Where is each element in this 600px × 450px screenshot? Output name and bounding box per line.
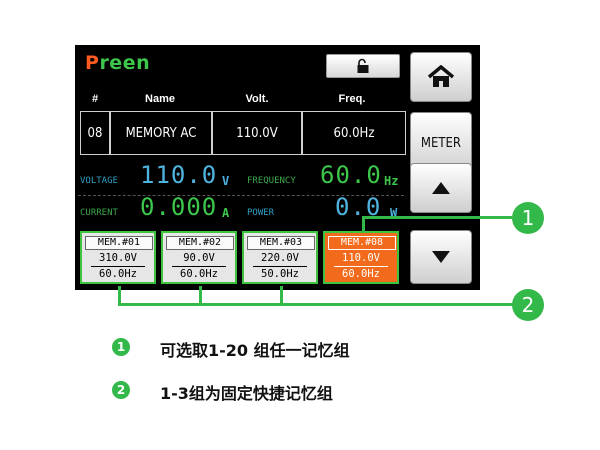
brand-first-letter: P (85, 52, 100, 74)
memory-divider (253, 266, 307, 267)
memory-freq: 60.0Hz (180, 268, 218, 280)
power-label: POWER (247, 208, 275, 218)
current-unit: A (222, 206, 230, 220)
legend-1-badge: 1 (112, 338, 130, 356)
callout-2-vline-b (199, 286, 202, 304)
memory-button-01[interactable]: MEM.#01 310.0V 60.0Hz (80, 231, 156, 284)
callout-2-vline-a (118, 286, 121, 304)
header-freq: Freq. (338, 93, 366, 105)
triangle-down-icon (432, 251, 450, 263)
voltage-value: 110.0 (140, 161, 218, 189)
voltage-label: VOLTAGE (80, 176, 118, 186)
memory-title: MEM.#01 (85, 236, 153, 250)
header-num: # (91, 93, 99, 105)
up-button[interactable] (410, 163, 472, 213)
callout-2-badge: 2 (512, 289, 544, 321)
frequency-label: FREQUENCY (247, 176, 296, 186)
brand-rest: reen (99, 52, 151, 74)
row-freq: 60.0Hz (302, 111, 406, 155)
callout-1-badge: 1 (512, 202, 544, 234)
legend-2-text: 1-3组为固定快捷记忆组 (160, 384, 333, 403)
frequency-value: 60.0 (320, 161, 382, 189)
legend-2-badge: 2 (112, 381, 130, 399)
memory-title: MEM.#03 (247, 236, 315, 250)
unlock-icon (357, 58, 369, 73)
frequency-unit: Hz (384, 174, 399, 188)
row-name: MEMORY AC (110, 111, 212, 155)
home-button[interactable] (410, 52, 472, 102)
memory-title: MEM.#02 (166, 236, 234, 250)
memory-volt: 90.0V (183, 252, 215, 264)
current-memory-row[interactable]: 08 MEMORY AC 110.0V 60.0Hz (80, 111, 408, 155)
callout-2-vline-c (280, 286, 283, 304)
memory-button-03[interactable]: MEM.#03 220.0V 50.0Hz (242, 231, 318, 284)
callout-2-hline (118, 303, 513, 306)
triangle-up-icon (432, 182, 450, 194)
current-label: CURRENT (80, 208, 118, 218)
memory-title: MEM.#08 (328, 236, 396, 250)
memory-divider (334, 266, 388, 267)
memory-button-08[interactable]: MEM.#08 110.0V 60.0Hz (323, 231, 399, 284)
header-name: Name (145, 93, 175, 105)
current-value: 0.000 (140, 193, 218, 221)
meter-label: METER (420, 135, 462, 151)
memory-volt: 110.0V (342, 252, 380, 264)
legend-1-text: 可选取1-20 组任一记忆组 (160, 341, 350, 360)
down-button[interactable] (410, 230, 472, 284)
row-volt: 110.0V (212, 111, 302, 155)
header-volt: Volt. (245, 93, 269, 105)
memory-freq: 50.0Hz (261, 268, 299, 280)
memory-freq: 60.0Hz (342, 268, 380, 280)
brand-logo: Preen (85, 52, 150, 74)
home-icon (427, 65, 455, 87)
lock-button[interactable] (326, 54, 400, 78)
memory-volt: 310.0V (99, 252, 137, 264)
row-num: 08 (80, 111, 110, 155)
memory-divider (172, 266, 226, 267)
callout-1-hline (362, 216, 512, 219)
memory-button-02[interactable]: MEM.#02 90.0V 60.0Hz (161, 231, 237, 284)
memory-freq: 60.0Hz (99, 268, 137, 280)
memory-volt: 220.0V (261, 252, 299, 264)
memory-divider (91, 266, 145, 267)
voltage-unit: V (222, 174, 230, 188)
